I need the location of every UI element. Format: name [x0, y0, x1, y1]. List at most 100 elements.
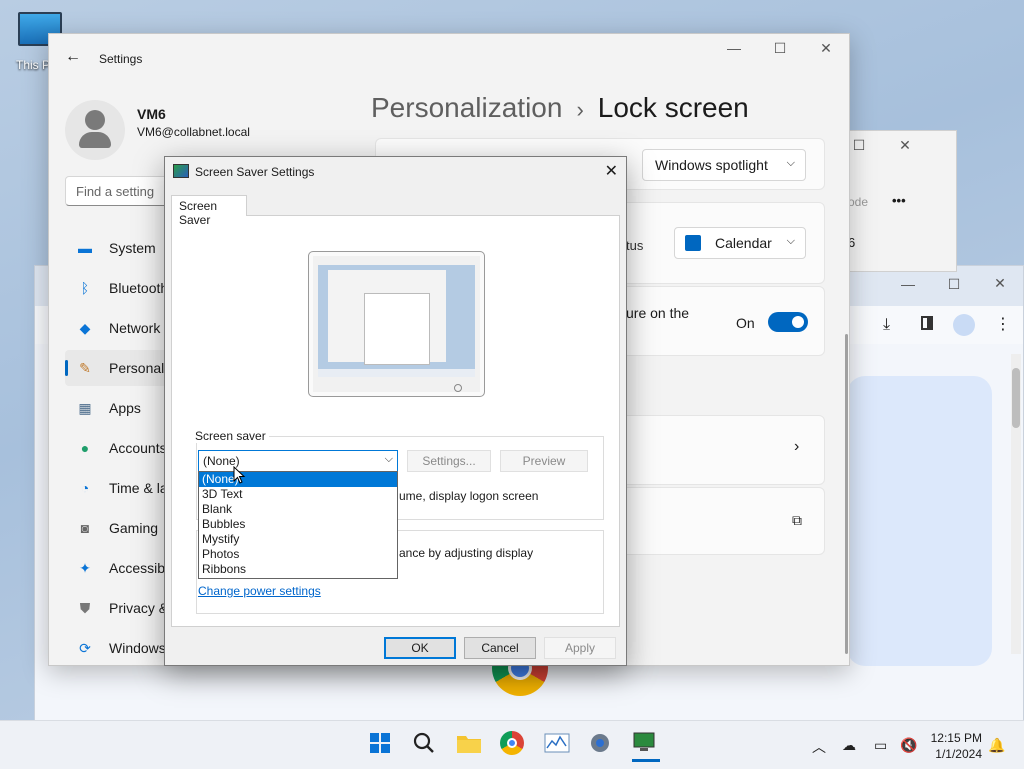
bluetooth-icon: ᛒ	[80, 280, 90, 296]
time: 12:15 PM	[930, 731, 982, 745]
browser-scrollbar[interactable]	[1011, 354, 1021, 654]
sidebar-item-label: Gaming	[109, 520, 159, 536]
breadcrumb: Personalization › Lock screen	[371, 92, 749, 124]
more-options-icon[interactable]: •••	[892, 193, 906, 208]
clock[interactable]: 12:15 PM 1/1/2024	[922, 730, 982, 762]
minimize-icon[interactable]: —	[885, 276, 931, 292]
file-explorer-icon[interactable]	[456, 731, 484, 759]
volume-muted-icon[interactable]: 🔇	[900, 737, 917, 754]
power-text: ance by adjusting display	[399, 546, 534, 560]
partial-text: ode	[848, 195, 869, 209]
settings-button[interactable]: Settings...	[407, 450, 491, 472]
breadcrumb-separator: ›	[576, 97, 584, 122]
network-disconnected-icon[interactable]: ☁	[842, 737, 856, 754]
gamepad-icon: ◙	[80, 520, 90, 536]
side-panel-icon[interactable]	[921, 316, 933, 330]
window-title: Settings	[99, 52, 143, 66]
sidebar-item-label: Bluetooth	[109, 280, 169, 296]
chrome-icon[interactable]	[500, 731, 528, 759]
external-link-icon: ⧉	[792, 512, 802, 528]
sidebar-item-label: Time & la	[109, 480, 168, 496]
dropdown-option[interactable]: (None)	[199, 472, 397, 487]
chevron-up-icon[interactable]: ︿	[812, 737, 826, 757]
display-icon[interactable]: ▭	[874, 737, 887, 754]
dropdown-option[interactable]: Ribbons	[199, 562, 397, 577]
monitor-preview	[308, 251, 485, 397]
dropdown-option[interactable]: Mystify	[199, 532, 397, 547]
chevron-down-icon: ⌵	[786, 235, 795, 247]
brush-icon: ✎	[79, 360, 91, 376]
dropdown-option[interactable]: Bubbles	[199, 517, 397, 532]
screen-saver-app-icon	[173, 164, 189, 178]
dropdown-option[interactable]: 3D Text	[199, 487, 397, 502]
status-label: tus	[626, 238, 644, 253]
download-icon[interactable]: ⤓	[883, 316, 890, 334]
taskbar: ︿ ☁ ▭ 🔇 12:15 PM 1/1/2024 🔔	[0, 720, 1024, 769]
dropdown-option[interactable]: Blank	[199, 502, 397, 517]
sidebar-item-label: Accessibi	[109, 560, 169, 576]
close-icon[interactable]: ✕	[977, 275, 1023, 292]
update-icon: ⟳	[79, 640, 91, 656]
user-name: VM6	[137, 106, 166, 122]
sidebar-item-label: System	[109, 240, 156, 256]
cancel-button[interactable]: Cancel	[464, 637, 536, 659]
date: 1/1/2024	[935, 747, 982, 761]
maximize-icon[interactable]: ☐	[931, 276, 977, 293]
lock-background-dropdown[interactable]: Windows spotlight ⌵	[642, 149, 806, 181]
profile-icon[interactable]	[953, 314, 975, 336]
screen-saver-taskbar-icon[interactable]	[632, 731, 660, 762]
shield-icon: ⛊	[79, 600, 91, 616]
search-icon[interactable]	[412, 731, 440, 759]
chevron-down-icon: ⌵	[384, 453, 393, 465]
calendar-icon	[685, 235, 701, 251]
notification-bell-icon[interactable]: 🔔	[988, 737, 1005, 754]
resume-option-text: ume, display logon screen	[399, 489, 539, 503]
group-label: Screen saver	[192, 429, 269, 443]
chevron-down-icon: ⌵	[786, 157, 795, 169]
apps-icon: ▦	[78, 400, 92, 416]
sidebar-item-label: Windows	[109, 640, 166, 656]
tab-screen-saver[interactable]: Screen Saver	[171, 195, 247, 227]
sidebar-item-label: Apps	[109, 400, 141, 416]
dropdown-value: Calendar	[715, 235, 772, 251]
sidebar-item-label: Accounts	[109, 440, 167, 456]
avatar	[65, 100, 125, 160]
close-icon[interactable]: ✕	[803, 40, 849, 57]
sidebar-item-label: Network	[109, 320, 161, 336]
sidebar-item-label: Privacy &	[109, 600, 169, 616]
preview-screen	[318, 265, 475, 377]
preview-button[interactable]: Preview	[500, 450, 588, 472]
change-power-settings-link[interactable]: Change power settings	[198, 584, 321, 598]
performance-monitor-icon[interactable]	[544, 731, 572, 759]
browser-page-card	[847, 376, 992, 666]
monitor-icon: ▬	[78, 240, 92, 256]
settings-gear-icon[interactable]	[588, 731, 616, 759]
ok-button[interactable]: OK	[384, 637, 456, 659]
back-arrow-icon[interactable]: ←	[65, 48, 81, 66]
dropdown-option[interactable]: Photos	[199, 547, 397, 562]
screen-saver-dialog: Screen Saver Settings ✕ Screen Saver Scr…	[164, 156, 627, 666]
user-email: VM6@collabnet.local	[137, 125, 250, 139]
power-knob-icon	[454, 384, 462, 392]
clock-globe-icon: ◔	[80, 480, 90, 496]
screen-saver-select[interactable]: (None) ⌵	[198, 450, 398, 472]
settings-scrollbar[interactable]	[845, 334, 848, 654]
wifi-icon: ◆	[79, 320, 91, 336]
sign-in-picture-toggle[interactable]	[768, 312, 808, 332]
dropdown-value: Windows spotlight	[655, 157, 768, 173]
mouse-pointer-icon	[233, 466, 246, 484]
maximize-icon[interactable]: ☐	[757, 40, 803, 57]
sidebar-item-label: Personali	[109, 360, 168, 376]
status-dropdown[interactable]: Calendar ⌵	[674, 227, 806, 259]
apply-button[interactable]: Apply	[544, 637, 616, 659]
minimize-icon[interactable]: —	[711, 40, 757, 56]
toggle-label: On	[736, 315, 755, 331]
screen-saver-dropdown-list: (None) 3D Text Blank Bubbles Mystify Photos Ri…	[198, 471, 398, 579]
start-windows-icon[interactable]	[368, 731, 396, 759]
dialog-title: Screen Saver Settings	[195, 165, 315, 179]
close-icon[interactable]: ✕	[605, 161, 618, 181]
close-icon[interactable]: ✕	[882, 137, 928, 154]
menu-dots-icon[interactable]: ⋮	[995, 314, 1011, 334]
breadcrumb-parent[interactable]: Personalization	[371, 92, 562, 123]
chevron-right-icon: ›	[794, 438, 800, 455]
